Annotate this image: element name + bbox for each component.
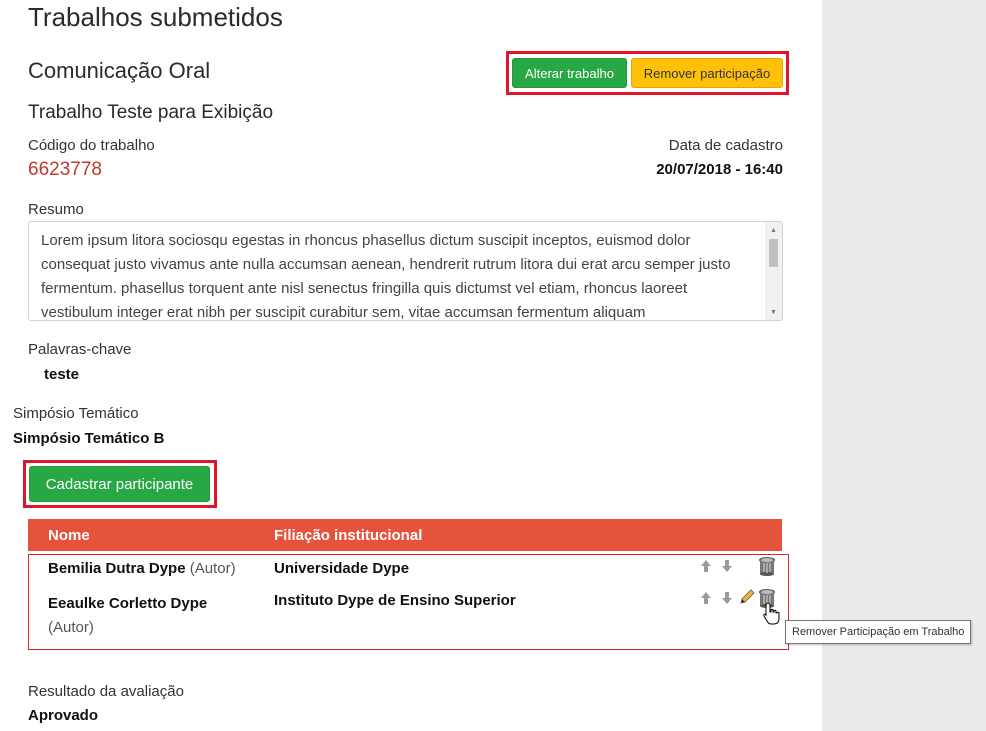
remove-participation-button[interactable]: Remover participação	[631, 58, 783, 88]
column-header-name: Nome	[48, 527, 90, 544]
add-participant-button[interactable]: Cadastrar participante	[29, 466, 210, 502]
participant-affiliation: Instituto Dype de Ensino Superior	[274, 592, 516, 609]
symposium-value: Simpósio Temático B	[13, 430, 165, 447]
work-title: Trabalho Teste para Exibição	[28, 102, 274, 123]
tooltip: Remover Participação em Trabalho	[785, 620, 972, 644]
code-label: Código do trabalho	[28, 137, 155, 154]
arrow-down-icon[interactable]	[721, 559, 733, 573]
scroll-thumb[interactable]	[769, 239, 778, 267]
pencil-icon[interactable]	[739, 589, 755, 605]
participant-role: (Autor)	[189, 560, 236, 577]
keywords-value: teste	[44, 366, 80, 383]
participant-affiliation: Universidade Dype	[274, 560, 410, 577]
edit-work-button[interactable]: Alterar trabalho	[512, 58, 627, 88]
participant-role: (Autor)	[48, 619, 94, 636]
scroll-up-icon[interactable]: ▲	[765, 223, 782, 237]
code-value: 6623778	[28, 159, 102, 180]
scroll-down-icon[interactable]: ▼	[765, 305, 782, 319]
result-value: Aprovado	[28, 707, 99, 724]
participants-table-header: Nome Filiação institucional	[28, 519, 782, 551]
result-label: Resultado da avaliação	[28, 683, 184, 700]
participant-name: Eeaulke Corletto Dype	[48, 595, 208, 612]
arrow-up-icon[interactable]	[700, 591, 712, 605]
arrow-down-icon[interactable]	[721, 591, 733, 605]
summary-textarea[interactable]: Lorem ipsum litora sociosqu egestas in r…	[28, 221, 783, 321]
participants-table-body: Bemilia Dutra Dype (Autor) Universidade …	[28, 554, 789, 650]
hand-cursor-icon	[762, 602, 782, 626]
participant-name: Bemilia Dutra Dype	[48, 560, 186, 577]
keywords-label: Palavras-chave	[28, 341, 132, 358]
summary-scrollbar[interactable]: ▲ ▼	[765, 222, 782, 320]
date-value: 20/07/2018 - 16:40	[656, 161, 783, 178]
table-row: Bemilia Dutra Dype (Autor)	[48, 560, 236, 577]
work-type-heading: Comunicação Oral	[28, 58, 211, 83]
date-label: Data de cadastro	[668, 137, 783, 154]
symposium-label: Simpósio Temático	[13, 405, 139, 422]
arrow-up-icon[interactable]	[700, 559, 712, 573]
summary-label: Resumo	[28, 201, 84, 218]
page-title: Trabalhos submetidos	[28, 2, 283, 32]
summary-text: Lorem ipsum litora sociosqu egestas in r…	[41, 232, 731, 321]
column-header-affiliation: Filiação institucional	[274, 527, 423, 544]
trash-icon[interactable]	[758, 556, 776, 576]
table-row: Eeaulke Corletto Dype (Autor)	[48, 592, 207, 640]
